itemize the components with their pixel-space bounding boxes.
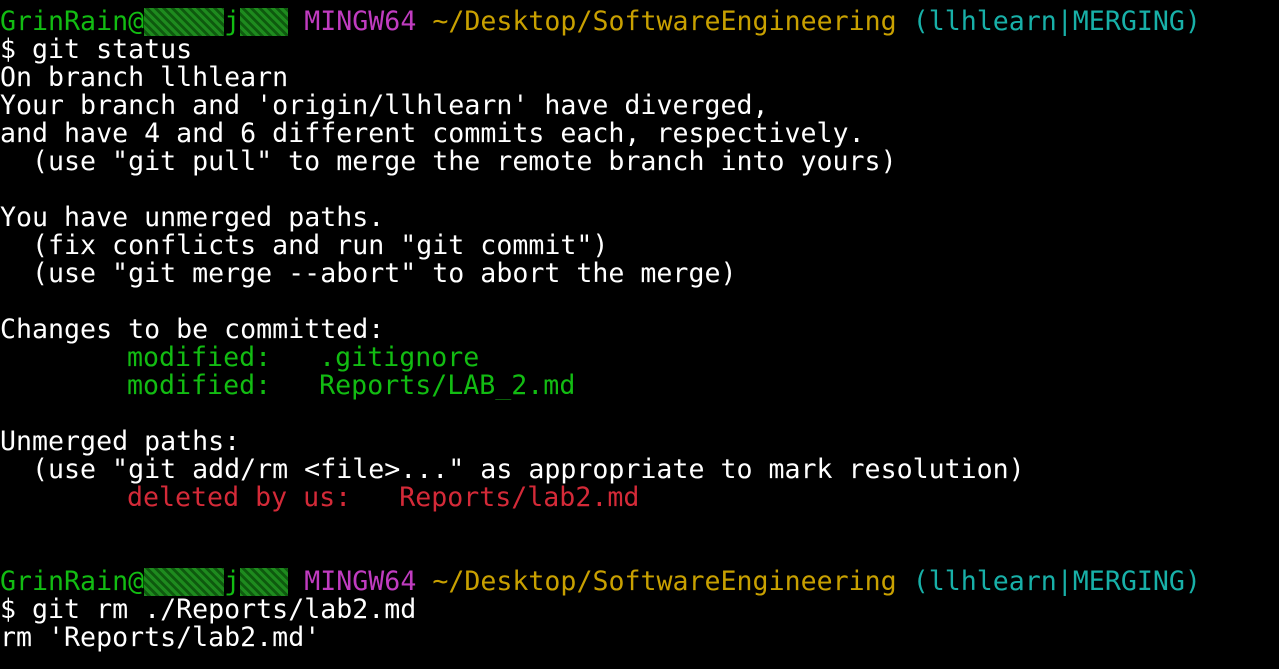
redacted-host: ▒▒▒ xyxy=(240,8,289,36)
hint-line: (use "git add/rm <file>..." as appropria… xyxy=(32,456,1025,484)
prompt-branch: (llhlearn|MERGING) xyxy=(912,8,1201,36)
redacted-host: ▒▒▒ xyxy=(240,568,289,596)
file-path: Reports/lab2.md xyxy=(399,484,640,512)
hint-line: (fix conflicts and run "git commit") xyxy=(32,232,609,260)
prompt-path: ~/Desktop/SoftwareEngineering xyxy=(432,8,897,36)
output-line: and have 4 and 6 different commits each,… xyxy=(0,120,865,148)
redacted-host: ▒▒▒▒▒ xyxy=(144,8,225,36)
staged-file-row: modified: Reports/LAB_2.md xyxy=(0,372,1279,400)
prompt-user: GrinRain@ xyxy=(0,568,145,596)
file-path: Reports/LAB_2.md xyxy=(319,372,576,400)
prompt-system: MINGW64 xyxy=(304,8,417,36)
redacted-host: ▒▒▒▒▒ xyxy=(144,568,225,596)
output-line: rm 'Reports/lab2.md' xyxy=(0,624,321,652)
prompt-branch: (llhlearn|MERGING) xyxy=(912,568,1201,596)
terminal-window[interactable]: GrinRain@▒▒▒▒▒j▒▒▒ MINGW64 ~/Desktop/Sof… xyxy=(0,0,1279,669)
file-status: modified: xyxy=(127,344,272,372)
section-header: Changes to be committed: xyxy=(0,316,385,344)
file-path: .gitignore xyxy=(319,344,480,372)
command-line: $ git rm ./Reports/lab2.md xyxy=(0,596,417,624)
file-status: deleted by us: xyxy=(127,484,352,512)
prompt-host: j xyxy=(224,568,241,596)
hint-line: (use "git merge --abort" to abort the me… xyxy=(32,260,737,288)
prompt-user: GrinRain@ xyxy=(0,8,145,36)
prompt-line: GrinRain@▒▒▒▒▒j▒▒▒ MINGW64 ~/Desktop/Sof… xyxy=(0,568,1279,596)
prompt-path: ~/Desktop/SoftwareEngineering xyxy=(432,568,897,596)
output-line: On branch llhlearn xyxy=(0,64,289,92)
hint-line: (use "git pull" to merge the remote bran… xyxy=(32,148,897,176)
command-line: $ git status xyxy=(0,36,193,64)
prompt-line: GrinRain@▒▒▒▒▒j▒▒▒ MINGW64 ~/Desktop/Sof… xyxy=(0,8,1279,36)
output-line: You have unmerged paths. xyxy=(0,204,385,232)
section-header: Unmerged paths: xyxy=(0,428,241,456)
unmerged-file-row: deleted by us: Reports/lab2.md xyxy=(0,484,1279,512)
output-line: Your branch and 'origin/llhlearn' have d… xyxy=(0,92,769,120)
prompt-host: j xyxy=(224,8,241,36)
staged-file-row: modified: .gitignore xyxy=(0,344,1279,372)
file-status: modified: xyxy=(127,372,272,400)
prompt-system: MINGW64 xyxy=(304,568,417,596)
